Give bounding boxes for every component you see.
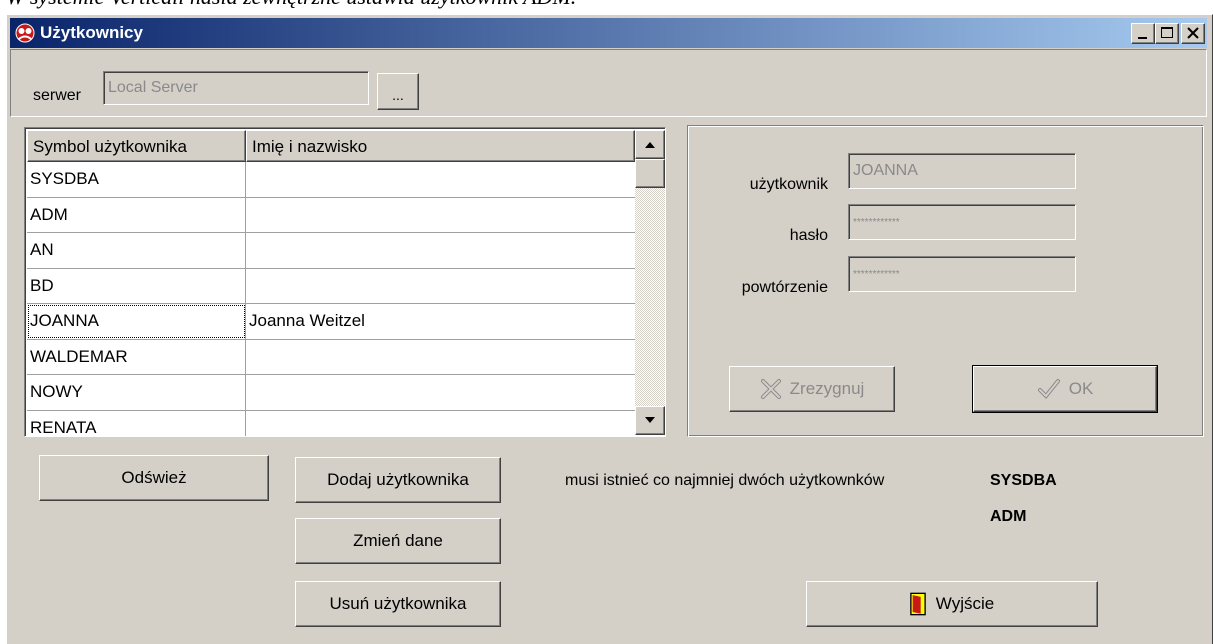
cell-name: Joanna Weitzel — [249, 311, 365, 330]
table-row[interactable]: RENATA — [27, 410, 635, 437]
cancel-button-label: Zrezygnuj — [789, 379, 865, 398]
server-label: serwer — [33, 87, 82, 104]
scroll-thumb[interactable] — [635, 159, 665, 188]
server-browse-button[interactable]: ... — [377, 73, 419, 110]
close-button[interactable] — [1181, 23, 1205, 44]
arrow-down-icon — [645, 417, 655, 423]
cell-symbol: SYSDBA — [27, 162, 246, 197]
cancel-button[interactable]: Zrezygnuj — [729, 366, 895, 412]
add-user-button[interactable]: Dodaj użytkownika — [295, 457, 501, 503]
user-label: użytkownik — [749, 176, 828, 193]
user-details-panel: użytkownik hasło powtórzenie Zrezygnuj O… — [687, 125, 1204, 437]
checkmark-icon — [1037, 379, 1060, 399]
maximize-button[interactable] — [1155, 23, 1179, 44]
cell-symbol: ADM — [27, 197, 246, 232]
min-users-note: musi istnieć co najmniej dwóch użytkownk… — [565, 472, 885, 489]
ok-button-label: OK — [1068, 379, 1094, 398]
cell-symbol: RENATA — [27, 410, 246, 436]
maximize-icon — [1161, 27, 1173, 38]
cell-name — [246, 411, 635, 437]
column-header-name[interactable]: Imię i nazwisko — [246, 130, 635, 162]
cell-name — [246, 233, 635, 268]
password-repeat-label: powtórzenie — [741, 279, 828, 296]
table-body: SYSDBA ADM AN BD JOANNA Joanna Weitzel WA… — [27, 162, 635, 437]
cell-symbol: AN — [27, 233, 246, 268]
table-row[interactable]: NOWY — [27, 375, 635, 411]
vertical-scrollbar[interactable] — [635, 130, 665, 435]
cell-symbol: BD — [27, 268, 246, 303]
table-row[interactable]: BD — [27, 268, 635, 304]
cell-name — [246, 269, 635, 304]
password-repeat-input[interactable] — [848, 256, 1076, 292]
scroll-up-button[interactable] — [635, 130, 665, 159]
table-row[interactable]: AN — [27, 233, 635, 269]
cell-name — [246, 375, 635, 410]
cell-symbol: JOANNA — [27, 304, 246, 339]
scroll-down-button[interactable] — [635, 406, 665, 435]
app-icon — [15, 23, 35, 43]
exit-button[interactable]: Wyjście — [806, 581, 1098, 627]
arrow-up-icon — [645, 142, 655, 148]
minimize-icon — [1138, 37, 1147, 39]
window-title: Użytkownicy — [40, 23, 143, 42]
edit-data-button[interactable]: Zmień dane — [295, 518, 501, 564]
exit-door-icon — [910, 592, 926, 616]
cancel-x-icon — [760, 379, 781, 399]
user-input[interactable] — [848, 153, 1076, 189]
required-user-adm: ADM — [990, 508, 1027, 525]
server-panel: serwer ... — [10, 49, 1207, 117]
required-user-sysdba: SYSDBA — [990, 472, 1057, 489]
close-icon — [1187, 27, 1199, 39]
users-window: Użytkownicy serwer ... Symbol użytkownik… — [6, 14, 1213, 644]
table-row[interactable]: ADM — [27, 197, 635, 233]
cell-symbol: WALDEMAR — [27, 339, 246, 374]
refresh-button[interactable]: Odśwież — [39, 455, 269, 501]
title-bar[interactable]: Użytkownicy — [10, 18, 1207, 48]
users-table[interactable]: Symbol użytkownika Imię i nazwisko SYSDB… — [24, 127, 666, 437]
table-row[interactable]: SYSDBA — [27, 162, 635, 198]
cell-name — [246, 162, 635, 197]
document-caption: W systemie Verticali hasła zewnętrzne us… — [6, 0, 906, 8]
table-row[interactable]: WALDEMAR — [27, 339, 635, 375]
minimize-button[interactable] — [1131, 23, 1155, 44]
server-input[interactable] — [103, 71, 369, 105]
cell-name — [246, 198, 635, 233]
delete-user-button[interactable]: Usuń użytkownika — [295, 581, 501, 627]
cell-name — [246, 340, 635, 375]
cell-symbol: NOWY — [27, 375, 246, 410]
password-input[interactable] — [848, 204, 1076, 240]
ok-button[interactable]: OK — [972, 365, 1158, 413]
table-row-selected[interactable]: JOANNA Joanna Weitzel — [27, 304, 635, 340]
exit-button-label: Wyjście — [935, 594, 995, 613]
password-label: hasło — [789, 227, 828, 244]
column-header-symbol[interactable]: Symbol użytkownika — [27, 130, 246, 162]
